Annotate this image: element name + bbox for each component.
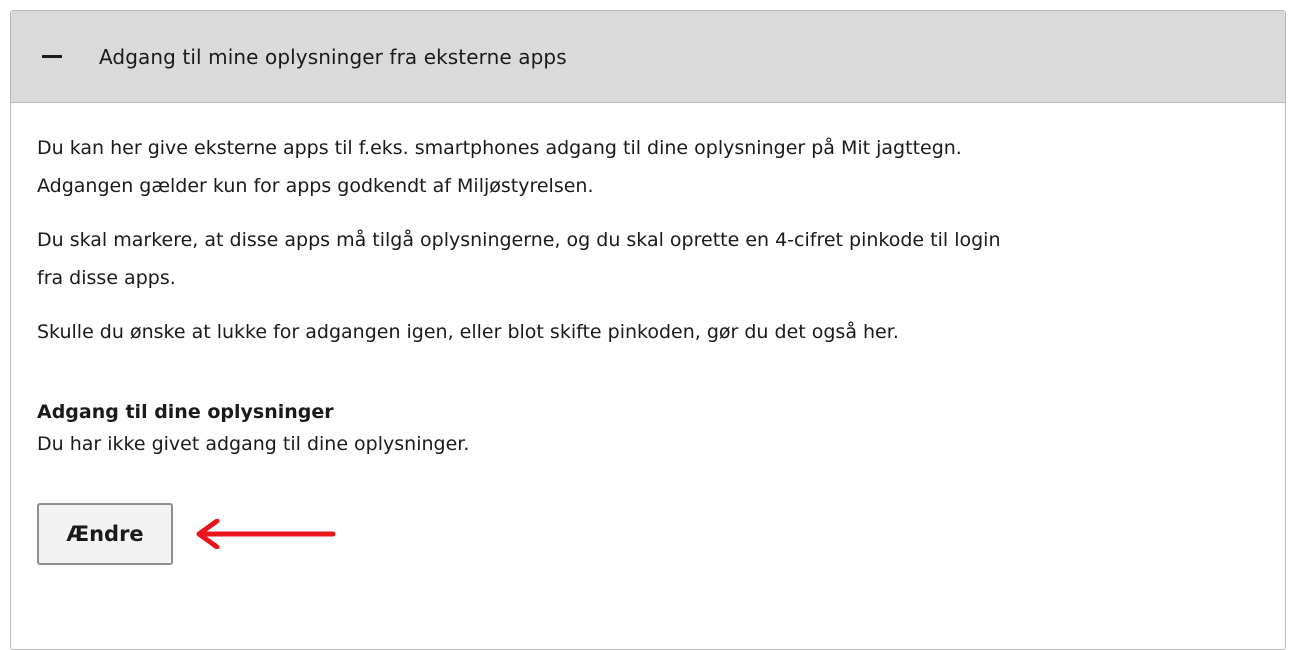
- accordion-header[interactable]: Adgang til mine oplysninger fra eksterne…: [11, 11, 1285, 103]
- button-row: Ændre: [37, 503, 1259, 565]
- revoke-paragraph: Skulle du ønske at lukke for adgangen ig…: [37, 321, 899, 343]
- change-button[interactable]: Ændre: [37, 503, 173, 565]
- instruction-paragraph: Du skal markere, at disse apps må tilgå …: [37, 229, 1001, 289]
- minus-icon[interactable]: [41, 46, 63, 68]
- left-arrow-icon: [196, 519, 336, 549]
- accordion-panel: Adgang til mine oplysninger fra eksterne…: [10, 10, 1286, 650]
- intro-paragraph: Du kan her give eksterne apps til f.eks.…: [37, 137, 962, 197]
- accordion-title: Adgang til mine oplysninger fra eksterne…: [99, 44, 567, 69]
- access-status-text: Du har ikke givet adgang til dine oplysn…: [37, 433, 470, 455]
- access-heading: Adgang til dine oplysninger: [37, 401, 334, 423]
- accordion-body: Du kan her give eksterne apps til f.eks.…: [11, 103, 1285, 565]
